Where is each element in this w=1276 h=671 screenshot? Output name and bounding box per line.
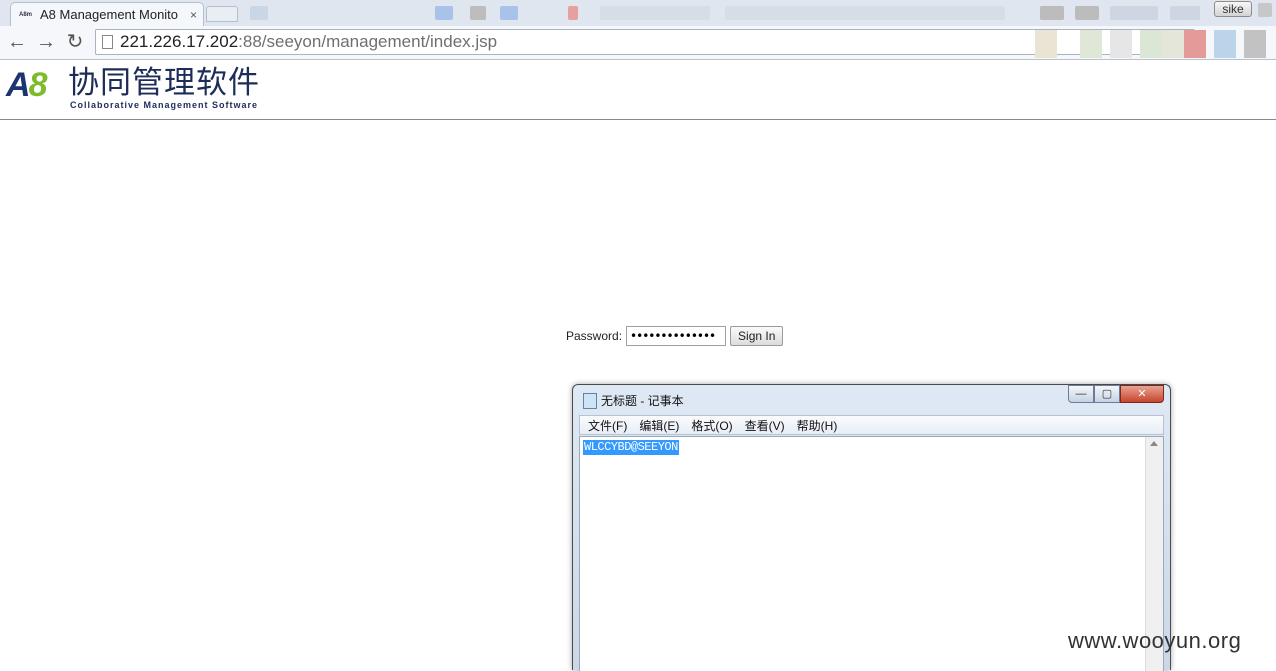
close-button[interactable]: ✕ (1120, 385, 1164, 403)
sign-in-button[interactable]: Sign In (730, 326, 784, 346)
blurred-tab[interactable] (568, 6, 578, 20)
scroll-up-arrow-icon[interactable] (1150, 441, 1158, 446)
watermark-text: www.wooyun.org (1068, 628, 1242, 653)
notepad-title: 无标题 - 记事本 (601, 394, 684, 408)
blurred-tab[interactable] (1170, 6, 1200, 20)
reload-icon[interactable]: ↻ (64, 30, 86, 54)
login-form: Password: Sign In (566, 326, 784, 346)
address-bar[interactable]: 221.226.17.202:88/seeyon/management/inde… (95, 29, 1195, 55)
blurred-extension-icon[interactable] (1244, 30, 1266, 58)
menu-file[interactable]: 文件(F) (588, 417, 627, 434)
back-arrow-icon[interactable]: ← (6, 30, 28, 54)
notepad-menubar: 文件(F) 编辑(E) 格式(O) 查看(V) 帮助(H) (579, 415, 1164, 435)
blurred-tab[interactable] (435, 6, 453, 20)
new-tab-button[interactable] (206, 6, 238, 22)
blurred-tab[interactable] (1075, 6, 1099, 20)
menu-view[interactable]: 查看(V) (745, 417, 785, 434)
profile-badge[interactable]: sike (1214, 1, 1252, 17)
blurred-extension-icon[interactable] (1214, 30, 1236, 58)
blurred-extension-icon[interactable] (1110, 30, 1132, 58)
blurred-extension-icon[interactable] (1184, 30, 1206, 58)
forward-arrow-icon[interactable]: → (35, 30, 57, 54)
menu-edit[interactable]: 编辑(E) (639, 417, 679, 434)
header-divider (0, 119, 1276, 120)
browser-toolbar: ← → ↻ 221.226.17.202:88/seeyon/managemen… (0, 26, 1276, 60)
blurred-tab[interactable] (600, 6, 710, 20)
password-input[interactable] (626, 326, 727, 346)
menu-help[interactable]: 帮助(H) (797, 417, 838, 434)
notepad-app-icon (583, 393, 597, 409)
selected-text[interactable]: WLCCYBD@SEEYON (583, 440, 679, 455)
blurred-tab[interactable] (500, 6, 518, 20)
menu-format[interactable]: 格式(O) (691, 417, 732, 434)
blurred-tab[interactable] (1110, 6, 1158, 20)
url-host: 221.226.17.202 (120, 32, 239, 51)
blurred-tab[interactable] (470, 6, 486, 20)
window-controls: — ▢ ✕ (1068, 385, 1164, 403)
logo-title: 协同管理软件 (68, 65, 260, 100)
password-label: Password: (566, 329, 623, 343)
page-document-icon (102, 35, 113, 49)
logo-subtitle: Collaborative Management Software (70, 100, 259, 110)
blurred-tab[interactable] (725, 6, 1005, 20)
blurred-tab[interactable] (250, 6, 268, 20)
url-path: :88/seeyon/management/index.jsp (238, 32, 498, 51)
tab-close-icon[interactable]: × (190, 8, 197, 22)
minimize-button[interactable]: — (1068, 385, 1094, 403)
notepad-titlebar[interactable]: 无标题 - 记事本 — ▢ ✕ (573, 385, 1170, 413)
browser-tabstrip: A8m A8 Management Monito × sike (0, 0, 1276, 26)
a8-logo-mark: A8 (6, 66, 47, 104)
blurred-extension-icon[interactable] (1162, 30, 1184, 58)
a8-favicon-icon: A8m (19, 11, 33, 18)
tab-a8-management-monitor[interactable]: A8m A8 Management Monito × (10, 2, 204, 26)
maximize-button[interactable]: ▢ (1094, 385, 1120, 403)
tab-title: A8 Management Monito (40, 7, 179, 22)
blurred-tab[interactable] (1040, 6, 1064, 20)
blurred-extension-icon[interactable] (1140, 30, 1162, 58)
window-control-icon[interactable] (1258, 3, 1272, 17)
blurred-extension-icon[interactable] (1080, 30, 1102, 58)
blurred-extension-icon[interactable] (1035, 30, 1057, 58)
